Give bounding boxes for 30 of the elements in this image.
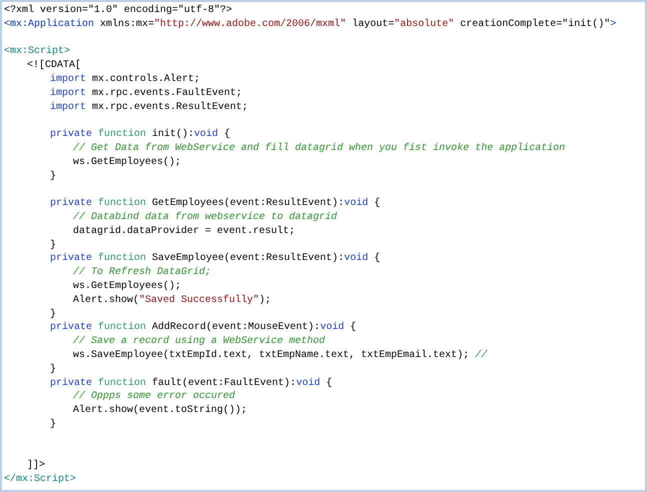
code-line: ws.SaveEmployee(txtEmpId.text, txtEmpName.text, txtEmpEmail.text); // (73, 348, 488, 363)
code-line: ]]> (27, 459, 46, 474)
code-line: } (50, 308, 56, 322)
code-line: private function SaveEmployee(event:ResultEvent):void { (50, 252, 380, 266)
code-line: import mx.rpc.events.FaultEvent; (50, 86, 242, 101)
code-line: import mx.controls.Alert; (50, 72, 200, 87)
code-line: <mx:Script> (4, 45, 70, 60)
code-line: private function AddRecord(event:MouseEvent):void { (50, 321, 356, 336)
code-line: } (50, 362, 56, 377)
code-line: Alert.show("Saved Successfully"); (73, 294, 272, 308)
code-line: } (50, 418, 56, 432)
code-line: <?xml version="1.0" encoding="utf-8"?> (4, 4, 232, 18)
code-line: ws.GetEmployees(); (73, 156, 182, 170)
code-line: } (50, 238, 56, 252)
code-line: <mx:Application xmlns:mx="http://www.adobe.com/2006/mxml" layout="absolute" creationComplete="init()"> (4, 18, 616, 32)
code-line: private function fault(event:FaultEvent):void { (50, 376, 332, 390)
code-line: private function GetEmployees(event:ResultEvent):void { (50, 197, 380, 211)
code-line: <![CDATA[ (27, 59, 82, 73)
code-line: ws.GetEmployees(); (73, 280, 182, 294)
code-line: // Oppps some error occured (73, 390, 236, 404)
code-line: // Databind data from webservice to datagrid (73, 210, 338, 225)
code-line: datagrid.dataProvider = event.result; (73, 224, 296, 239)
code-line: </mx:Script> (4, 473, 76, 487)
code-line: // Get Data from WebService and fill datagrid when you fist invoke the application (73, 142, 566, 156)
code-line: private function init():void { (50, 128, 230, 142)
code-line: // To Refresh DataGrid; (73, 266, 212, 280)
code-line: // Save a record using a WebService method (73, 335, 326, 349)
code-line: import mx.rpc.events.ResultEvent; (50, 100, 248, 114)
code-line: } (50, 170, 56, 184)
code-line: Alert.show(event.toString()); (73, 404, 248, 418)
